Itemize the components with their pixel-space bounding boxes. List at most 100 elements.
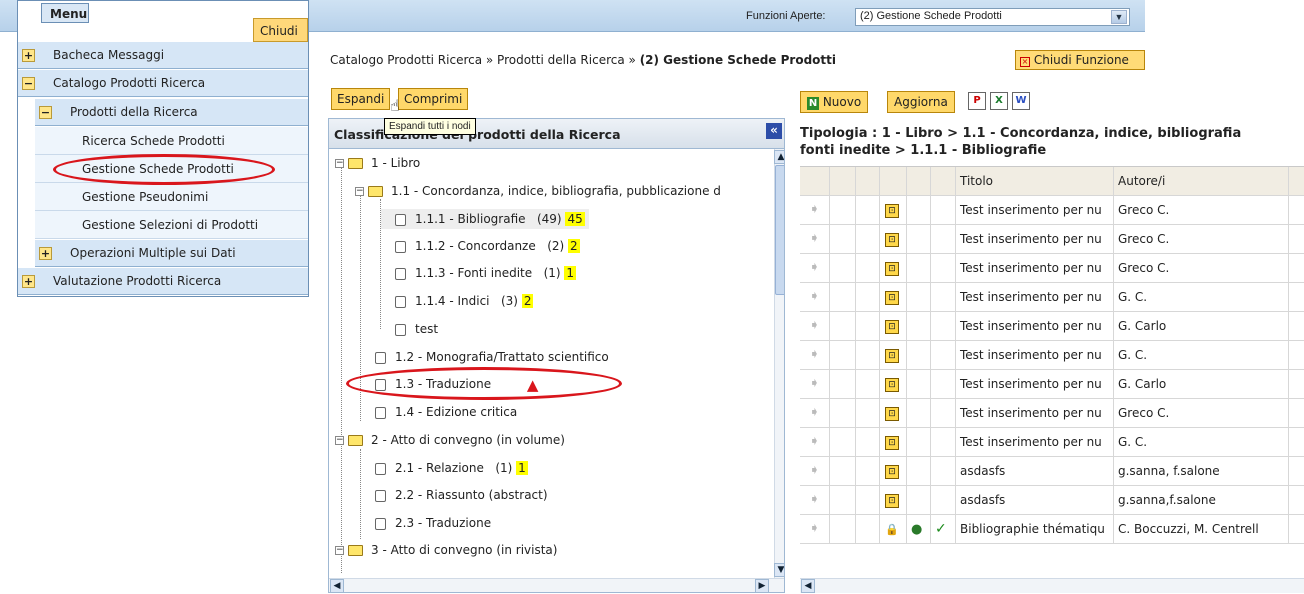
- row-open-icon[interactable]: ➧: [800, 486, 830, 515]
- row-open-icon[interactable]: ➧: [800, 196, 830, 225]
- tree-horizontal-scrollbar[interactable]: [329, 578, 784, 592]
- row-open-icon[interactable]: ➧: [800, 515, 830, 544]
- collapse-icon[interactable]: −: [39, 106, 52, 119]
- row-open-icon[interactable]: ➧: [800, 225, 830, 254]
- new-button[interactable]: N Nuovo: [800, 91, 869, 113]
- menu-item-gestione-selezioni[interactable]: Gestione Selezioni di Prodotti: [35, 211, 308, 239]
- tree-node[interactable]: 1.2 - Monografia/Trattato scientifico: [361, 347, 609, 367]
- collapse-node-icon[interactable]: −: [355, 187, 364, 196]
- table-row[interactable]: ➧ ⊡ Test inserimento per nu Greco C.: [800, 399, 1304, 428]
- table-row[interactable]: ➧ ⊡ Test inserimento per nu G. C.: [800, 428, 1304, 457]
- menu-item-valutazione[interactable]: + Valutazione Prodotti Ricerca: [18, 268, 308, 295]
- tree-node-selected[interactable]: 1.1.1 - Bibliografie (49) 45: [381, 209, 589, 229]
- lock-icon: ⊡: [885, 377, 899, 392]
- open-functions-value: (2) Gestione Schede Prodotti: [860, 10, 1002, 22]
- document-icon: [375, 489, 386, 502]
- chevron-down-icon[interactable]: ▼: [1111, 10, 1127, 24]
- new-icon: N: [807, 97, 819, 110]
- close-menu-button[interactable]: Chiudi: [253, 18, 308, 42]
- table-row[interactable]: ➧ ⊡ Test inserimento per nu Greco C.: [800, 254, 1304, 283]
- cell-author: Greco C.: [1114, 399, 1289, 428]
- expand-icon[interactable]: +: [22, 49, 35, 62]
- menu-item-operazioni-multiple[interactable]: + Operazioni Multiple sui Dati: [35, 240, 308, 267]
- expand-all-button[interactable]: Espandi: [331, 88, 391, 110]
- word-icon[interactable]: W: [1012, 92, 1030, 110]
- tree-node[interactable]: 1.4 - Edizione critica: [361, 402, 517, 422]
- row-open-icon[interactable]: ➧: [800, 370, 830, 399]
- collapse-panel-icon[interactable]: «: [766, 123, 782, 139]
- tipologia-path: Tipologia : 1 - Libro > 1.1 - Concordanz…: [800, 126, 1242, 158]
- scroll-right-icon[interactable]: ▶: [755, 579, 769, 592]
- tree-node[interactable]: 2.1 - Relazione (1) 1: [361, 458, 528, 478]
- scroll-left-icon[interactable]: ◀: [330, 579, 344, 592]
- scroll-down-icon[interactable]: ▼: [774, 563, 784, 577]
- refresh-button[interactable]: Aggiorna: [887, 91, 955, 113]
- col-author-header[interactable]: Autore/i: [1114, 167, 1289, 196]
- collapse-node-icon[interactable]: −: [335, 546, 344, 555]
- table-row[interactable]: ➧ ⊡ Test inserimento per nu G. C.: [800, 283, 1304, 312]
- table-row[interactable]: ➧ ⊡ Test inserimento per nu G. C.: [800, 341, 1304, 370]
- tree-scroll-thumb[interactable]: [775, 165, 784, 295]
- menu-item-catalogo[interactable]: − Catalogo Prodotti Ricerca: [18, 70, 308, 97]
- table-row[interactable]: ➧ ⊡ asdasfs g.sanna,f.salone: [800, 486, 1304, 515]
- table-row[interactable]: ➧ 🔒 ● ✓ Bibliographie thématiqu C. Boccuzzi, …: [800, 515, 1304, 544]
- tree-node[interactable]: 1.1.4 - Indici (3) 2: [381, 291, 534, 311]
- tree-node[interactable]: 2.2 - Riassunto (abstract): [361, 485, 548, 505]
- grid-horizontal-scrollbar[interactable]: [800, 578, 1304, 593]
- open-functions-select[interactable]: (2) Gestione Schede Prodotti ▼: [855, 8, 1130, 26]
- expand-icon[interactable]: +: [22, 275, 35, 288]
- tree-node[interactable]: 1.1.2 - Concordanze (2) 2: [381, 236, 580, 256]
- row-open-icon[interactable]: ➧: [800, 283, 830, 312]
- table-row[interactable]: ➧ ⊡ asdasfs g.sanna, f.salone: [800, 457, 1304, 486]
- menu-item-gestione-pseudonimi[interactable]: Gestione Pseudonimi: [35, 183, 308, 211]
- collapse-icon[interactable]: −: [22, 77, 35, 90]
- row-open-icon[interactable]: ➧: [800, 428, 830, 457]
- expand-icon[interactable]: +: [39, 247, 52, 260]
- menu-title: Menu: [41, 3, 89, 23]
- row-open-icon[interactable]: ➧: [800, 312, 830, 341]
- table-row[interactable]: ➧ ⊡ Test inserimento per nu G. Carlo: [800, 312, 1304, 341]
- table-row[interactable]: ➧ ⊡ Test inserimento per nu Greco C.: [800, 225, 1304, 254]
- lock-icon: ⊡: [885, 435, 899, 450]
- table-row[interactable]: ➧ ⊡ Test inserimento per nu G. Carlo: [800, 370, 1304, 399]
- close-function-button[interactable]: × Chiudi Funzione: [1015, 50, 1145, 70]
- collapse-node-icon[interactable]: −: [335, 159, 344, 168]
- cell-title: Test inserimento per nu: [956, 370, 1114, 399]
- scroll-up-icon[interactable]: ▲: [774, 150, 784, 164]
- tree-node[interactable]: −1.1 - Concordanza, indice, bibliografia…: [355, 181, 721, 201]
- menu-item-ricerca-schede[interactable]: Ricerca Schede Prodotti: [35, 127, 308, 155]
- lock-icon: ⊡: [885, 348, 899, 363]
- tree-node[interactable]: test: [381, 319, 438, 339]
- document-icon: [375, 517, 386, 530]
- cell-title: Test inserimento per nu: [956, 428, 1114, 457]
- tree-node[interactable]: −2 - Atto di convegno (in volume): [335, 430, 565, 450]
- tree-node[interactable]: 1.1.3 - Fonti inedite (1) 1: [381, 263, 577, 283]
- menu-item-bacheca[interactable]: + Bacheca Messaggi: [18, 42, 308, 69]
- row-open-icon[interactable]: ➧: [800, 254, 830, 283]
- count-badge: 2: [568, 239, 580, 253]
- document-icon: [375, 406, 386, 419]
- excel-icon[interactable]: X: [990, 92, 1008, 110]
- cell-author: Greco C.: [1114, 254, 1289, 283]
- document-icon: [395, 240, 406, 253]
- lock-icon: ⊡: [885, 232, 899, 247]
- row-open-icon[interactable]: ➧: [800, 341, 830, 370]
- tree-node[interactable]: 2.3 - Traduzione: [361, 513, 491, 533]
- tree-node[interactable]: −3 - Atto di convegno (in rivista): [335, 540, 557, 560]
- scroll-left-icon[interactable]: ◀: [801, 579, 815, 593]
- pdf-icon[interactable]: P: [968, 92, 986, 110]
- folder-icon: [348, 545, 363, 556]
- document-icon: [375, 462, 386, 475]
- collapse-all-button[interactable]: Comprimi: [398, 88, 469, 110]
- cell-author: G. Carlo: [1114, 312, 1289, 341]
- tree-node[interactable]: −1 - Libro: [335, 153, 420, 173]
- col-title-header[interactable]: Titolo: [956, 167, 1114, 196]
- collapse-node-icon[interactable]: −: [335, 436, 344, 445]
- table-row[interactable]: ➧ ⊡ Test inserimento per nu Greco C.: [800, 196, 1304, 225]
- row-open-icon[interactable]: ➧: [800, 399, 830, 428]
- document-icon: [395, 323, 406, 336]
- menu-item-prodotti-ricerca[interactable]: − Prodotti della Ricerca: [35, 99, 308, 126]
- row-open-icon[interactable]: ➧: [800, 457, 830, 486]
- folder-icon: [348, 158, 363, 169]
- lock-icon: 🔒: [885, 523, 899, 536]
